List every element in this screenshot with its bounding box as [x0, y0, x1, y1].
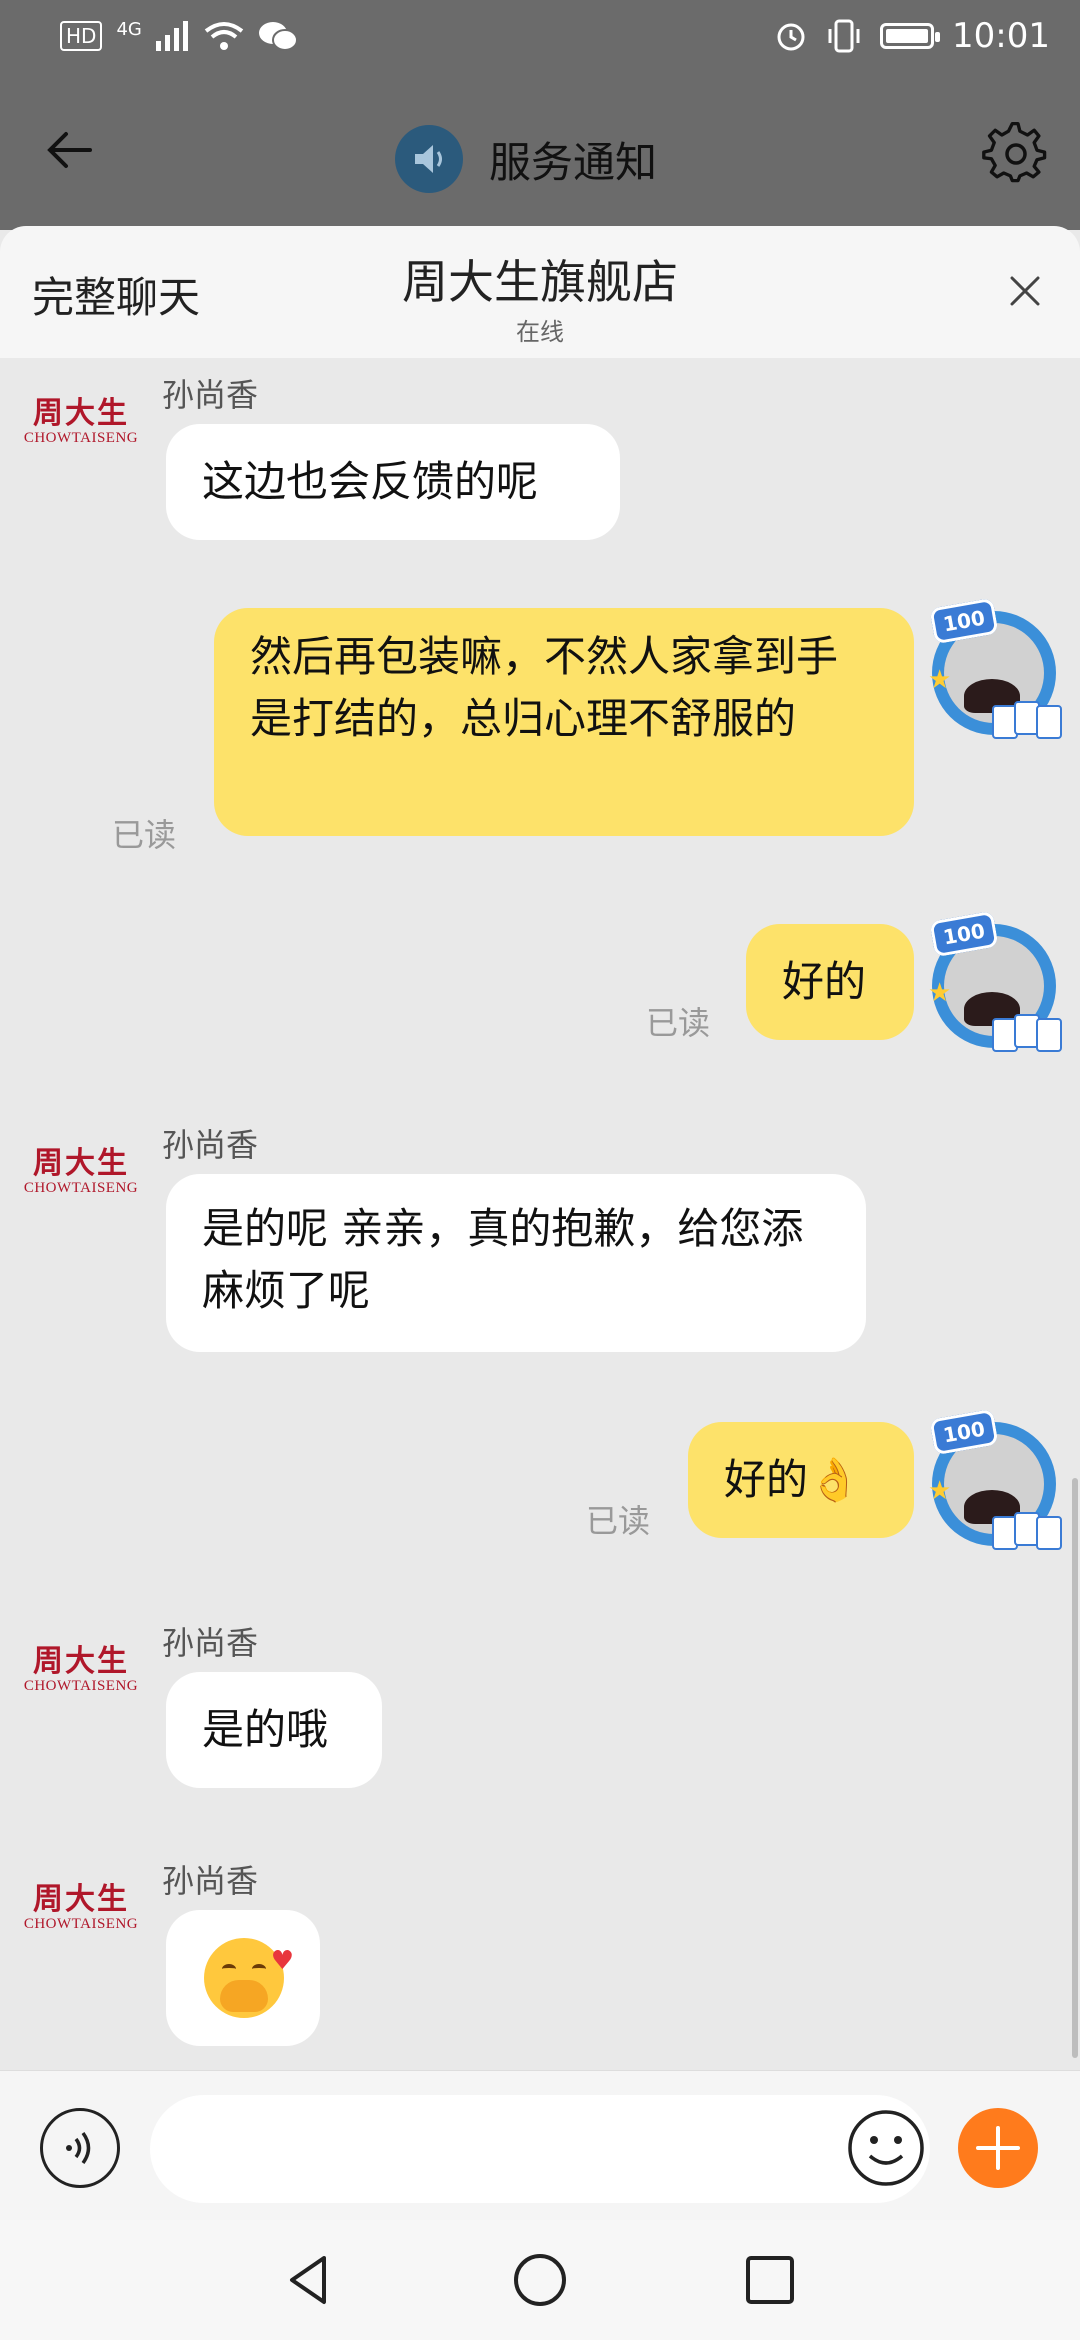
shop-logo: 周大生 CHOWTAISENG: [22, 396, 140, 447]
message-bubble[interactable]: 好的👌: [688, 1422, 914, 1538]
voice-wave-icon[interactable]: [40, 2108, 120, 2188]
message-input[interactable]: [150, 2095, 930, 2203]
shop-logo: 周大生 CHOWTAISENG: [22, 1146, 140, 1197]
message-bubble[interactable]: 然后再包装嘛，不然人家拿到手是打结的，总归心理不舒服的: [214, 608, 914, 836]
scrollbar[interactable]: [1072, 1478, 1078, 2058]
message-bubble[interactable]: 是的呢 亲亲，真的抱歉，给您添麻烦了呢: [166, 1174, 866, 1352]
square-recent-icon[interactable]: [740, 2250, 800, 2310]
read-receipt: 已读: [586, 1502, 651, 1540]
alarm-icon: [777, 23, 805, 51]
signal-icon: [155, 21, 188, 51]
close-icon[interactable]: [1000, 266, 1050, 316]
sender-name: 孙尚香: [162, 1126, 259, 1164]
user-avatar[interactable]: 100 ★: [928, 910, 1064, 1052]
smiley-icon[interactable]: [846, 2108, 926, 2188]
logo-en: CHOWTAISENG: [23, 1916, 139, 1932]
status-left: HD 4G: [60, 18, 298, 52]
sender-name: 孙尚香: [162, 376, 259, 414]
speaker-icon: [395, 125, 463, 193]
shop-title: 周大生旗舰店: [402, 255, 678, 309]
sender-name: 孙尚香: [162, 1862, 259, 1900]
message-bubble[interactable]: 这边也会反馈的呢: [166, 424, 620, 540]
system-nav-bar: [0, 2220, 1080, 2340]
battery-icon: [880, 23, 941, 49]
logo-en: CHOWTAISENG: [23, 1678, 139, 1694]
status-bar: HD 4G 10:01: [0, 0, 1080, 80]
logo-en: CHOWTAISENG: [23, 1180, 139, 1196]
user-avatar[interactable]: 100 ★: [928, 1408, 1064, 1550]
app-bar-title: 服务通知: [489, 137, 658, 187]
network-type: 4G: [116, 18, 142, 40]
gear-icon[interactable]: [982, 120, 1050, 188]
hd-badge: HD: [60, 21, 103, 51]
message-bubble[interactable]: 好的: [746, 924, 914, 1040]
message-bubble[interactable]: 是的哦: [166, 1672, 382, 1788]
triangle-back-icon[interactable]: [280, 2250, 340, 2310]
logo-cn: 周大生: [33, 1882, 129, 1917]
wifi-icon: [204, 22, 244, 50]
wechat-icon: [258, 22, 298, 51]
app-bar: 服务通知: [0, 80, 1080, 230]
logo-en: CHOWTAISENG: [23, 430, 139, 446]
user-avatar[interactable]: 100 ★: [928, 597, 1064, 739]
input-bar: [0, 2070, 1080, 2221]
online-status: 在线: [516, 318, 564, 346]
read-receipt: 已读: [646, 1004, 711, 1042]
chat-sheet-header: 完整聊天 周大生旗舰店 在线: [0, 226, 1080, 359]
sender-name: 孙尚香: [162, 1624, 259, 1662]
circle-home-icon[interactable]: [510, 2250, 570, 2310]
shop-logo: 周大生 CHOWTAISENG: [22, 1882, 140, 1933]
logo-cn: 周大生: [33, 1644, 129, 1679]
chat-area[interactable]: 周大生 CHOWTAISENG 孙尚香 这边也会反馈的呢 然后再包装嘛，不然人家…: [0, 358, 1080, 2070]
logo-cn: 周大生: [33, 1146, 129, 1181]
status-right: 10:01: [774, 16, 1050, 56]
service-notice: 服务通知: [395, 125, 657, 193]
shop-logo: 周大生 CHOWTAISENG: [22, 1644, 140, 1695]
hand-over-mouth-emoji-icon: ♥: [204, 1938, 294, 2018]
read-receipt: 已读: [112, 816, 177, 854]
arrow-left-icon[interactable]: [40, 120, 100, 180]
plus-icon[interactable]: [958, 2108, 1038, 2188]
emoji-message-bubble[interactable]: ♥: [166, 1910, 320, 2046]
logo-cn: 周大生: [33, 396, 129, 431]
vibrate-icon: [828, 19, 860, 53]
clock: 10:01: [952, 16, 1050, 56]
